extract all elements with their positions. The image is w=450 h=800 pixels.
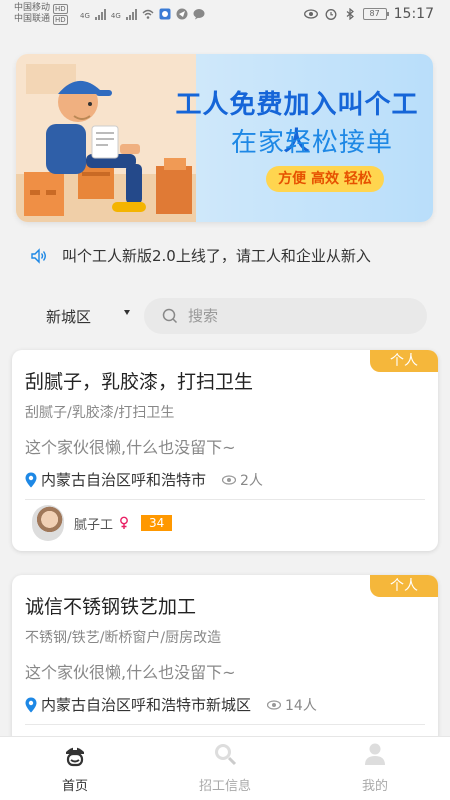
clock: 15:17 bbox=[393, 6, 434, 22]
card-title: 刮腻子，乳胶漆，打扫卫生 bbox=[25, 371, 254, 393]
carrier-2: 中国联通 bbox=[14, 14, 51, 24]
nav-profile[interactable]: 我的 bbox=[300, 737, 450, 800]
profile-icon bbox=[365, 743, 385, 765]
location-pin-icon bbox=[25, 472, 37, 487]
search-jobs-icon bbox=[215, 744, 237, 766]
search-icon bbox=[162, 308, 178, 324]
banner-tagline: 方便 高效 轻松 bbox=[266, 166, 384, 192]
card-location: 内蒙古自治区呼和浩特市 2人 bbox=[25, 469, 263, 490]
age-badge: 34 bbox=[141, 515, 173, 531]
nav-home-label: 首页 bbox=[61, 779, 88, 794]
hd-badge: HD bbox=[53, 3, 68, 14]
wifi-icon bbox=[142, 9, 154, 19]
network-label: 4G bbox=[80, 12, 90, 20]
card-description: 这个家伙很懒,什么也没留下~ bbox=[25, 438, 236, 457]
card-title: 诚信不锈钢铁艺加工 bbox=[25, 596, 197, 618]
home-worker-icon bbox=[66, 745, 84, 767]
location-text: 内蒙古自治区呼和浩特市新城区 bbox=[41, 696, 252, 714]
alarm-icon bbox=[325, 9, 337, 20]
view-count-text: 2人 bbox=[240, 472, 263, 489]
nav-profile-label: 我的 bbox=[361, 779, 388, 794]
status-right: 87 15:17 bbox=[303, 6, 434, 22]
poster-info[interactable]: 腻子工 34 bbox=[32, 505, 173, 541]
card-skill-tags: 不锈钢/铁艺/断桥窗户/厨房改造 bbox=[25, 630, 222, 646]
view-count-text: 14人 bbox=[285, 697, 317, 714]
female-icon bbox=[120, 516, 128, 529]
bluetooth-icon bbox=[346, 8, 354, 20]
send-notification-icon bbox=[176, 8, 188, 20]
filter-row: 新城区 bbox=[0, 298, 450, 336]
status-bar: 中国移动 HD 中国联通 HD 4G 4G 87 15:17 bbox=[0, 0, 450, 30]
bottom-nav: 首页 招工信息 我的 bbox=[0, 736, 450, 800]
hd-badge: HD bbox=[53, 14, 68, 25]
nav-jobs-label: 招工信息 bbox=[198, 779, 251, 794]
worker-card[interactable]: 个人 诚信不锈钢铁艺加工 不锈钢/铁艺/断桥窗户/厨房改造 这个家伙很懒,什么也… bbox=[12, 575, 438, 745]
promo-banner[interactable]: 工人免费加入叫个工人 在家轻松接单 方便 高效 轻松 bbox=[16, 54, 433, 222]
search-bar[interactable] bbox=[144, 298, 427, 334]
app-notification-icon bbox=[159, 8, 171, 20]
nav-jobs[interactable]: 招工信息 bbox=[150, 737, 300, 800]
district-selector[interactable]: 新城区 bbox=[46, 306, 91, 327]
divider bbox=[25, 724, 425, 725]
message-icon bbox=[193, 9, 205, 20]
view-count: 14人 bbox=[267, 695, 317, 715]
search-input[interactable] bbox=[188, 307, 408, 325]
signal-icon bbox=[125, 8, 137, 20]
location-text: 内蒙古自治区呼和浩特市 bbox=[41, 471, 207, 489]
type-badge: 个人 bbox=[370, 575, 438, 597]
avatar[interactable] bbox=[32, 505, 64, 541]
announcement-bar[interactable]: 叫个工人新版2.0上线了，请工人和企业从新入 bbox=[30, 245, 371, 266]
eye-icon bbox=[267, 699, 282, 710]
battery-icon: 87 bbox=[362, 8, 389, 20]
worker-card[interactable]: 个人 刮腻子，乳胶漆，打扫卫生 刮腻子/乳胶漆/打扫卫生 这个家伙很懒,什么也没… bbox=[12, 350, 438, 551]
card-description: 这个家伙很懒,什么也没留下~ bbox=[25, 663, 236, 682]
card-skill-tags: 刮腻子/乳胶漆/打扫卫生 bbox=[25, 405, 175, 421]
nav-home[interactable]: 首页 bbox=[0, 737, 150, 800]
announcement-text: 叫个工人新版2.0上线了，请工人和企业从新入 bbox=[62, 247, 371, 265]
view-count: 2人 bbox=[222, 470, 263, 490]
dropdown-arrow-icon[interactable] bbox=[124, 310, 130, 315]
poster-name: 腻子工 bbox=[74, 517, 114, 533]
eye-icon bbox=[222, 474, 237, 485]
eye-comfort-icon bbox=[303, 9, 318, 19]
network-label: 4G bbox=[110, 12, 121, 20]
speaker-icon bbox=[31, 247, 46, 264]
banner-subtitle: 在家轻松接单 bbox=[230, 128, 393, 158]
signal-indicators: 4G 4G bbox=[80, 8, 205, 20]
carrier-1: 中国移动 bbox=[14, 3, 51, 13]
card-location: 内蒙古自治区呼和浩特市新城区 14人 bbox=[25, 694, 317, 715]
signal-icon bbox=[94, 8, 106, 20]
type-badge: 个人 bbox=[370, 350, 438, 372]
divider bbox=[25, 499, 425, 500]
carrier-info: 中国移动 HD 中国联通 HD bbox=[14, 3, 68, 25]
location-pin-icon bbox=[25, 697, 37, 712]
